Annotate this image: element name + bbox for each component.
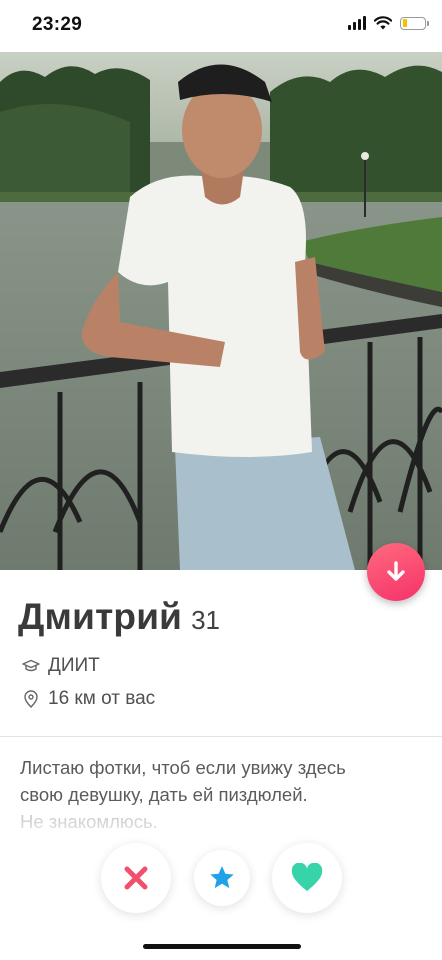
collapse-profile-button[interactable] [367, 543, 425, 601]
school-row: ДИИТ [22, 655, 100, 677]
super-like-button[interactable] [194, 850, 250, 906]
graduation-cap-icon [22, 657, 40, 675]
profile-age: 31 [191, 605, 221, 635]
profile-name: Дмитрий [18, 596, 183, 637]
status-bar: 23:29 [0, 0, 442, 52]
like-button[interactable] [272, 843, 342, 913]
profile-photo[interactable] [0, 52, 442, 570]
divider [0, 736, 442, 737]
bio-line: Не знакомлюсь. [20, 811, 158, 832]
heart-icon [291, 863, 323, 891]
star-icon [210, 866, 234, 889]
status-time: 23:29 [32, 14, 83, 35]
home-indicator[interactable] [143, 944, 301, 949]
location-pin-icon [22, 690, 40, 708]
bio-line: Листаю фотки, чтоб если увижу здесь [20, 757, 346, 778]
bio-line: свою девушку, дать ей пиздюлей. [20, 784, 308, 805]
close-icon [124, 866, 148, 890]
arrow-down-icon [387, 561, 405, 581]
distance-row: 16 км от вас [22, 688, 155, 710]
distance-text: 16 км от вас [48, 688, 156, 709]
profile-bio: Листаю фотки, чтоб если увижу здесь свою… [20, 754, 420, 835]
cellular-signal-icon [348, 16, 366, 30]
status-icons [348, 16, 429, 30]
school-text: ДИИТ [48, 655, 100, 676]
name-row: Дмитрий 31 [18, 596, 220, 638]
nope-button[interactable] [101, 843, 171, 913]
wifi-icon [374, 16, 392, 30]
battery-icon [400, 16, 429, 30]
